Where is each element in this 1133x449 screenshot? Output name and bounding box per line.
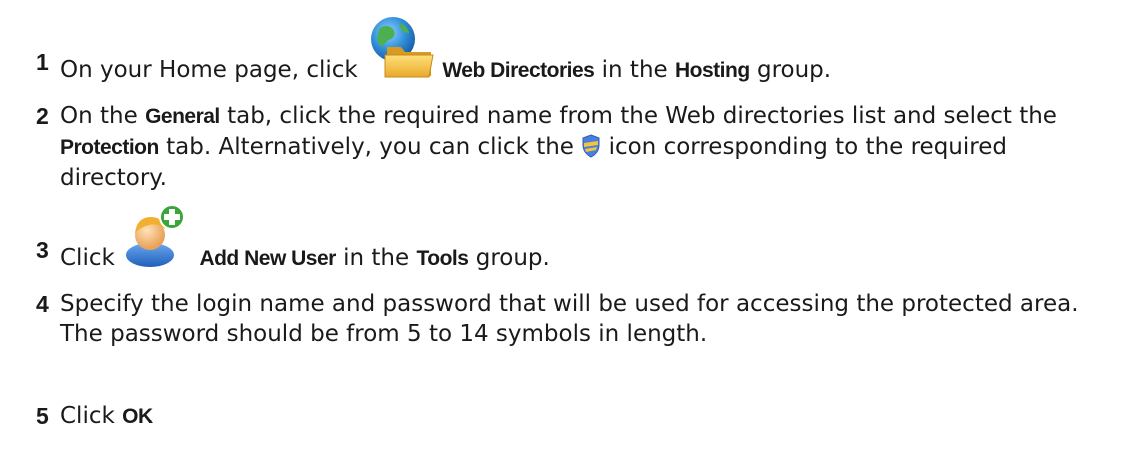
step-number: 2 xyxy=(36,103,49,129)
step-number: 4 xyxy=(36,291,49,317)
step-number: 1 xyxy=(36,49,49,75)
step-text: Click Add New User in the Tools group. xyxy=(60,204,1120,274)
step-text: On the General tab, click the required n… xyxy=(60,103,1057,191)
step-number: 5 xyxy=(36,403,49,429)
step-text: On your Home page, click Web Directories… xyxy=(60,17,1120,86)
add-user-icon xyxy=(122,204,192,267)
step-text: Specify the login name and password that… xyxy=(60,291,1079,347)
protection-shield-icon xyxy=(581,134,601,158)
step-number: 3 xyxy=(36,237,49,263)
web-directories-icon xyxy=(365,17,435,78)
step-text: Click OK. xyxy=(60,403,154,429)
